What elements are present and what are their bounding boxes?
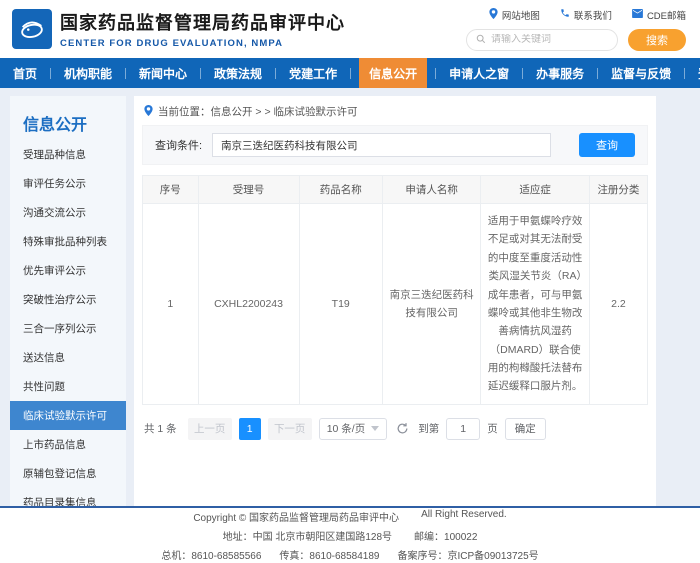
- breadcrumb-text: 当前位置：信息公开 > > 临床试验默示许可: [158, 104, 358, 119]
- sidebar-item-accepted-products[interactable]: 受理品种信息: [10, 140, 126, 169]
- results-table: 序号 受理号 药品名称 申请人名称 适应症 注册分类 1 CXHL2200243…: [142, 175, 648, 405]
- nav-item-news-center[interactable]: 新闻中心: [117, 58, 192, 88]
- nav-item-applicant-window[interactable]: 申请人之窗: [427, 58, 514, 88]
- cell-registration-class: 2.2: [589, 204, 647, 405]
- nav-item-services[interactable]: 办事服务: [514, 58, 589, 88]
- pagination-total: 共 1 条: [144, 421, 177, 436]
- site-subtitle: CENTER FOR DRUG EVALUATION, NMPA: [60, 38, 345, 49]
- link-sitemap[interactable]: 网站地图: [489, 8, 540, 22]
- keyword-search-box: [466, 29, 618, 51]
- footer-zip: 邮编：100022: [414, 528, 477, 543]
- col-header-serial: 序号: [143, 176, 199, 204]
- goto-confirm-button[interactable]: 确定: [505, 418, 546, 440]
- col-header-applicant: 申请人名称: [382, 176, 480, 204]
- col-header-indication: 适应症: [481, 176, 590, 204]
- pagination: 共 1 条 上一页 1 下一页 10 条/页 到第 页 确定: [142, 418, 648, 440]
- pagination-prev-button[interactable]: 上一页: [188, 418, 232, 440]
- nav-item-registration-platform[interactable]: 登记备案平台: [676, 58, 700, 88]
- sidebar-item-special-approval[interactable]: 特殊审批品种列表: [10, 227, 126, 256]
- col-header-registration-class: 注册分类: [589, 176, 647, 204]
- main-area: 信息公开 受理品种信息 审评任务公示 沟通交流公示 特殊审批品种列表 优先审评公…: [0, 88, 700, 506]
- pagination-next-button[interactable]: 下一页: [268, 418, 312, 440]
- header-links: 网站地图 联系我们 CDE邮箱: [489, 8, 686, 22]
- footer-copyright-line: Copyright © 国家药品监督管理局药品审评中心 All Right Re…: [193, 509, 506, 524]
- sidebar-item-marketed-drugs[interactable]: 上市药品信息: [10, 430, 126, 459]
- header-search-button[interactable]: 搜索: [628, 29, 686, 51]
- sidebar-item-common-issues[interactable]: 共性问题: [10, 372, 126, 401]
- nav-item-info-disclosure[interactable]: 信息公开: [342, 58, 427, 88]
- sidebar-item-excipient-registration[interactable]: 原辅包登记信息: [10, 459, 126, 488]
- query-bar: 查询条件: 查询: [142, 125, 648, 165]
- main-nav: 首页 机构职能 新闻中心 政策法规 党建工作 信息公开 申请人之窗 办事服务 监…: [0, 58, 700, 88]
- site-footer: Copyright © 国家药品监督管理局药品审评中心 All Right Re…: [0, 506, 700, 563]
- page-size-select[interactable]: 10 条/页: [319, 418, 388, 440]
- breadcrumb-pin-icon: [144, 105, 153, 119]
- refresh-icon[interactable]: [396, 422, 409, 435]
- page: 国家药品监督管理局药品审评中心 CENTER FOR DRUG EVALUATI…: [0, 0, 700, 563]
- cell-indication: 适用于甲氨蝶呤疗效不足或对其无法耐受的中度至重度活动性类风湿关节炎（RA）成年患…: [481, 204, 590, 405]
- sidebar: 信息公开 受理品种信息 审评任务公示 沟通交流公示 特殊审批品种列表 优先审评公…: [10, 96, 126, 506]
- goto-label: 到第: [418, 421, 439, 436]
- query-button[interactable]: 查询: [579, 133, 635, 157]
- cde-logo-icon: [12, 9, 52, 49]
- envelope-icon: [632, 9, 643, 21]
- link-cde-mail[interactable]: CDE邮箱: [632, 8, 686, 22]
- col-header-acceptance-no: 受理号: [198, 176, 299, 204]
- nav-item-home[interactable]: 首页: [8, 58, 42, 88]
- phone-icon: [560, 8, 570, 21]
- footer-phone: 总机：8610-68585566: [161, 547, 261, 562]
- sidebar-item-delivery-info[interactable]: 送达信息: [10, 343, 126, 372]
- table-row: 1 CXHL2200243 T19 南京三迭纪医药科技有限公司 适用于甲氨蝶呤疗…: [143, 204, 648, 405]
- nav-item-party-building[interactable]: 党建工作: [267, 58, 342, 88]
- nav-item-supervision-feedback[interactable]: 监督与反馈: [589, 58, 676, 88]
- col-header-drug-name: 药品名称: [299, 176, 382, 204]
- sidebar-item-clinical-trial-implied-license[interactable]: 临床试验默示许可: [10, 401, 126, 430]
- location-pin-icon: [489, 8, 498, 22]
- footer-icp: 备案序号：京ICP备09013725号: [397, 547, 538, 562]
- sidebar-item-breakthrough-therapy[interactable]: 突破性治疗公示: [10, 285, 126, 314]
- goto-unit: 页: [487, 421, 498, 436]
- brand-titles: 国家药品监督管理局药品审评中心 CENTER FOR DRUG EVALUATI…: [60, 9, 345, 49]
- footer-rights: All Right Reserved.: [421, 509, 507, 524]
- page-size-value: 10 条/页: [327, 421, 366, 436]
- footer-contact-line: 总机：8610-68585566 传真：8610-68584189 备案序号：京…: [161, 547, 538, 562]
- keyword-search-input[interactable]: [491, 34, 608, 45]
- content-panel: 当前位置：信息公开 > > 临床试验默示许可 查询条件: 查询 序号 受理号 药…: [134, 96, 656, 506]
- chevron-down-icon: [371, 426, 379, 431]
- nav-item-policies[interactable]: 政策法规: [192, 58, 267, 88]
- nav-item-org-functions[interactable]: 机构职能: [42, 58, 117, 88]
- header-search: 搜索: [466, 29, 686, 51]
- sidebar-item-priority-review[interactable]: 优先审评公示: [10, 256, 126, 285]
- search-icon: [476, 31, 486, 49]
- link-cde-mail-label: CDE邮箱: [647, 8, 686, 22]
- link-sitemap-label: 网站地图: [502, 8, 540, 22]
- query-label: 查询条件:: [155, 137, 202, 153]
- site-title: 国家药品监督管理局药品审评中心: [60, 9, 345, 35]
- goto-page-input[interactable]: [446, 418, 480, 440]
- footer-address-line: 地址：中国 北京市朝阳区建国路128号 邮编：100022: [223, 528, 478, 543]
- brand: 国家药品监督管理局药品审评中心 CENTER FOR DRUG EVALUATI…: [12, 9, 345, 49]
- header-utilities: 网站地图 联系我们 CDE邮箱: [466, 8, 686, 51]
- table-header-row: 序号 受理号 药品名称 申请人名称 适应症 注册分类: [143, 176, 648, 204]
- cell-applicant: 南京三迭纪医药科技有限公司: [382, 204, 480, 405]
- query-input[interactable]: [212, 133, 551, 157]
- breadcrumb: 当前位置：信息公开 > > 临床试验默示许可: [142, 96, 648, 125]
- site-header: 国家药品监督管理局药品审评中心 CENTER FOR DRUG EVALUATI…: [0, 0, 700, 58]
- sidebar-title: 信息公开: [10, 96, 126, 140]
- cell-serial: 1: [143, 204, 199, 405]
- sidebar-item-three-in-one[interactable]: 三合一序列公示: [10, 314, 126, 343]
- sidebar-item-drug-catalog[interactable]: 药品目录集信息: [10, 488, 126, 506]
- footer-copyright: Copyright © 国家药品监督管理局药品审评中心: [193, 509, 399, 524]
- pagination-page-1[interactable]: 1: [239, 418, 261, 440]
- link-contact-label: 联系我们: [574, 8, 612, 22]
- sidebar-item-review-tasks[interactable]: 审评任务公示: [10, 169, 126, 198]
- cell-acceptance-no: CXHL2200243: [198, 204, 299, 405]
- cell-drug-name: T19: [299, 204, 382, 405]
- footer-address: 地址：中国 北京市朝阳区建国路128号: [223, 528, 392, 543]
- footer-fax: 传真：8610-68584189: [279, 547, 379, 562]
- link-contact[interactable]: 联系我们: [560, 8, 612, 22]
- sidebar-item-communication[interactable]: 沟通交流公示: [10, 198, 126, 227]
